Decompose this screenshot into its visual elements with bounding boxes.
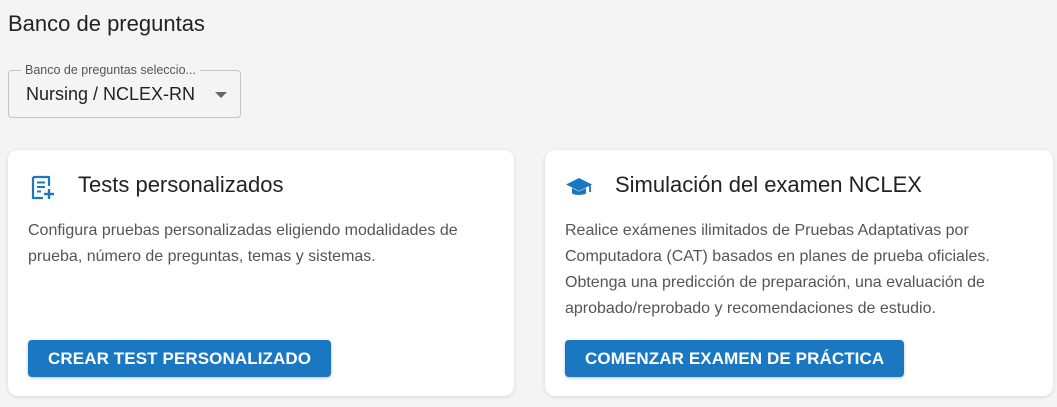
graduation-cap-icon — [566, 178, 592, 195]
nclex-simulation-card: Simulación del examen NCLEX Realice exám… — [545, 150, 1053, 396]
question-bank-select-value[interactable]: Nursing / NCLEX-RN — [26, 84, 195, 105]
nclex-simulation-description: Realice exámenes ilimitados de Pruebas A… — [565, 222, 990, 317]
note-add-icon — [31, 175, 54, 200]
create-custom-test-button[interactable]: CREAR TEST PERSONALIZADO — [28, 340, 332, 377]
page-title: Banco de preguntas — [8, 11, 205, 36]
custom-tests-card: Tests personalizados Configura pruebas p… — [8, 150, 514, 396]
custom-tests-title: Tests personalizados — [78, 172, 284, 197]
custom-tests-description: Configura pruebas personalizadas eligien… — [28, 222, 458, 265]
caret-down-icon[interactable] — [215, 92, 227, 98]
question-bank-select-label: Banco de preguntas seleccio... — [21, 63, 200, 77]
start-practice-exam-button[interactable]: COMENZAR EXAMEN DE PRÁCTICA — [565, 340, 905, 377]
question-bank-select[interactable]: Banco de preguntas seleccio... Nursing /… — [8, 63, 241, 118]
nclex-simulation-title: Simulación del examen NCLEX — [615, 172, 922, 197]
